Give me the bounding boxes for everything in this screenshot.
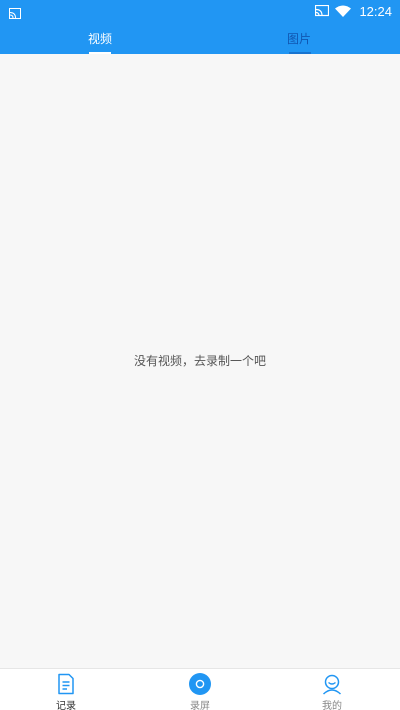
- user-icon: [321, 673, 343, 695]
- document-icon: [55, 673, 77, 695]
- cast-icon: [9, 5, 21, 19]
- cast-icon: [315, 5, 330, 17]
- tab-video[interactable]: 视频: [70, 22, 130, 54]
- app-screen: 12:24 视频 图片 没有视频，去录制一个吧 记录 录屏 我的: [0, 0, 400, 710]
- nav-mine-label: 我的: [322, 701, 342, 710]
- record-icon: [189, 673, 211, 695]
- empty-state-message: 没有视频，去录制一个吧: [133, 354, 266, 368]
- nav-records-label: 记录: [56, 701, 76, 710]
- nav-mine[interactable]: 我的: [292, 669, 372, 710]
- nav-records[interactable]: 记录: [26, 669, 106, 710]
- video-list-area: 没有视频，去录制一个吧: [0, 54, 400, 668]
- wifi-icon: [335, 5, 352, 17]
- status-bar: 12:24: [0, 0, 400, 22]
- tab-bar: 视频 图片: [0, 22, 400, 54]
- status-right-group: 12:24: [309, 0, 392, 22]
- nav-screen-label: 录屏: [190, 701, 210, 710]
- status-time: 12:24: [359, 3, 392, 19]
- bottom-nav: 记录 录屏 我的: [0, 668, 400, 710]
- nav-screen-record[interactable]: 录屏: [160, 669, 240, 710]
- tab-image[interactable]: 图片: [269, 22, 329, 54]
